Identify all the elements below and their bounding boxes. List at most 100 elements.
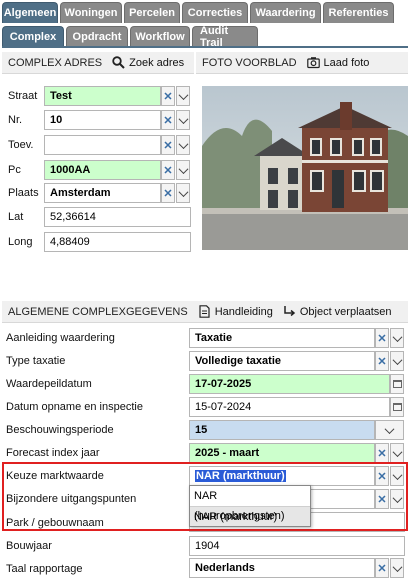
pc-dropdown-button[interactable]	[176, 160, 190, 180]
pc-input[interactable]: 1000AA	[44, 160, 161, 180]
zoek-adres-button[interactable]: Zoek adres	[112, 56, 184, 69]
toev-input[interactable]	[44, 135, 161, 155]
camera-icon	[306, 57, 320, 69]
tab-complex[interactable]: Complex	[2, 26, 64, 47]
chevron-down-icon	[178, 186, 188, 197]
aanleiding-label: Aanleiding waardering	[6, 332, 115, 344]
chevron-down-icon	[384, 423, 395, 434]
plaats-clear-button[interactable]: ✕	[161, 183, 175, 203]
forecast-dropdown-button[interactable]	[390, 443, 404, 463]
bouwjaar-input[interactable]: 1904	[189, 536, 405, 556]
straat-label: Straat	[8, 90, 38, 102]
taal-rapportage-dropdown-button[interactable]	[390, 558, 404, 578]
zoek-adres-label: Zoek adres	[129, 56, 185, 69]
waardepeildatum-input[interactable]: 17-07-2025	[189, 374, 390, 394]
straat-clear-button[interactable]: ✕	[161, 86, 175, 106]
waardepeildatum-label: Waardepeildatum	[6, 378, 92, 390]
tab-woningen[interactable]: Woningen	[60, 2, 122, 23]
forecast-select[interactable]: 2025 - maart	[189, 443, 375, 463]
nr-dropdown-button[interactable]	[176, 110, 190, 130]
tab-percelen[interactable]: Percelen	[124, 2, 180, 23]
straat-input[interactable]: Test	[44, 86, 161, 106]
marktwaarde-dropdown-list: NAR (huuropbrengsten) NAR (markthuur)	[189, 485, 311, 527]
tab-referenties[interactable]: Referenties	[323, 2, 394, 23]
datum-opname-input[interactable]: 15-07-2024	[189, 397, 390, 417]
clear-icon: ✕	[163, 187, 173, 200]
complex-photo	[202, 86, 408, 250]
plaats-dropdown-button[interactable]	[176, 183, 190, 203]
beschouwingsperiode-spinner[interactable]	[375, 420, 404, 440]
forecast-clear-button[interactable]: ✕	[375, 443, 389, 463]
laad-foto-button[interactable]: Laad foto	[306, 56, 370, 69]
lat-input[interactable]: 52,36614	[44, 207, 191, 227]
waardepeildatum-calendar-button[interactable]	[390, 374, 404, 394]
clear-icon: ✕	[163, 139, 173, 152]
handleiding-button[interactable]: Handleiding	[198, 305, 273, 318]
type-taxatie-label: Type taxatie	[6, 355, 66, 367]
move-arrow-icon	[284, 306, 295, 317]
datum-opname-calendar-button[interactable]	[390, 397, 404, 417]
tab-waardering[interactable]: Waardering	[250, 2, 321, 23]
clear-icon: ✕	[377, 562, 387, 575]
chevron-down-icon	[178, 163, 188, 174]
plaats-input[interactable]: Amsterdam	[44, 183, 161, 203]
tab-correcties[interactable]: Correcties	[182, 2, 248, 23]
house-photo-image	[202, 86, 408, 250]
calendar-icon	[392, 403, 402, 411]
datum-opname-label: Datum opname en inspectie	[6, 401, 143, 413]
dropdown-option-selected[interactable]: NAR (markthuur)	[190, 506, 310, 526]
algemene-header: ALGEMENE COMPLEXGEGEVENS Handleiding Obj…	[2, 301, 408, 323]
tab-algemeen[interactable]: Algemeen	[2, 2, 58, 23]
beschouwingsperiode-input[interactable]: 15	[189, 420, 375, 440]
calendar-icon	[392, 380, 402, 388]
chevron-down-icon	[178, 89, 188, 100]
toev-label: Toev.	[8, 139, 34, 151]
taal-rapportage-select[interactable]: Nederlands	[189, 558, 375, 578]
foto-title: FOTO VOORBLAD	[202, 56, 297, 69]
aanleiding-clear-button[interactable]: ✕	[375, 328, 389, 348]
dropdown-option[interactable]: NAR (huuropbrengsten)	[190, 486, 310, 522]
tab-workflow[interactable]: Workflow	[130, 26, 190, 47]
type-taxatie-select[interactable]: Volledige taxatie	[189, 351, 375, 371]
object-verplaatsen-label: Object verplaatsen	[299, 305, 392, 318]
type-taxatie-clear-button[interactable]: ✕	[375, 351, 389, 371]
complex-adres-header: COMPLEX ADRES Zoek adres	[2, 52, 194, 74]
foto-header: FOTO VOORBLAD Laad foto	[196, 52, 408, 74]
algemene-title: ALGEMENE COMPLEXGEGEVENS	[8, 305, 188, 318]
chevron-down-icon	[392, 331, 402, 342]
straat-dropdown-button[interactable]	[176, 86, 190, 106]
sub-tabs: Complex Opdracht Workflow Audit Trail	[2, 25, 258, 49]
tab-opdracht[interactable]: Opdracht	[66, 26, 128, 47]
clear-icon: ✕	[377, 332, 387, 345]
nr-clear-button[interactable]: ✕	[161, 110, 175, 130]
aanleiding-select[interactable]: Taxatie	[189, 328, 375, 348]
tab-underline	[2, 46, 408, 48]
type-taxatie-dropdown-button[interactable]	[390, 351, 404, 371]
long-label: Long	[8, 236, 33, 248]
toev-clear-button[interactable]: ✕	[161, 135, 175, 155]
nr-input[interactable]: 10	[44, 110, 161, 130]
complex-adres-title: COMPLEX ADRES	[8, 56, 103, 69]
toev-dropdown-button[interactable]	[176, 135, 190, 155]
clear-icon: ✕	[377, 355, 387, 368]
chevron-down-icon	[392, 561, 402, 572]
laad-foto-label: Laad foto	[323, 56, 370, 69]
nr-label: Nr.	[8, 114, 23, 126]
clear-icon: ✕	[163, 114, 173, 127]
aanleiding-dropdown-button[interactable]	[390, 328, 404, 348]
main-tabs: Algemeen Woningen Percelen Correcties Wa…	[2, 2, 394, 23]
chevron-down-icon	[392, 354, 402, 365]
handleiding-label: Handleiding	[214, 305, 273, 318]
object-verplaatsen-button[interactable]: Object verplaatsen	[283, 305, 392, 318]
long-input[interactable]: 4,88409	[44, 232, 191, 252]
clear-icon: ✕	[377, 447, 387, 460]
forecast-label: Forecast index jaar	[6, 447, 100, 459]
pc-clear-button[interactable]: ✕	[161, 160, 175, 180]
clear-icon: ✕	[163, 90, 173, 103]
tab-audit-trail[interactable]: Audit Trail	[192, 25, 258, 49]
chevron-down-icon	[392, 446, 402, 457]
taal-rapportage-clear-button[interactable]: ✕	[375, 558, 389, 578]
search-icon	[112, 56, 125, 69]
clear-icon: ✕	[163, 164, 173, 177]
bouwjaar-label: Bouwjaar	[6, 540, 52, 552]
